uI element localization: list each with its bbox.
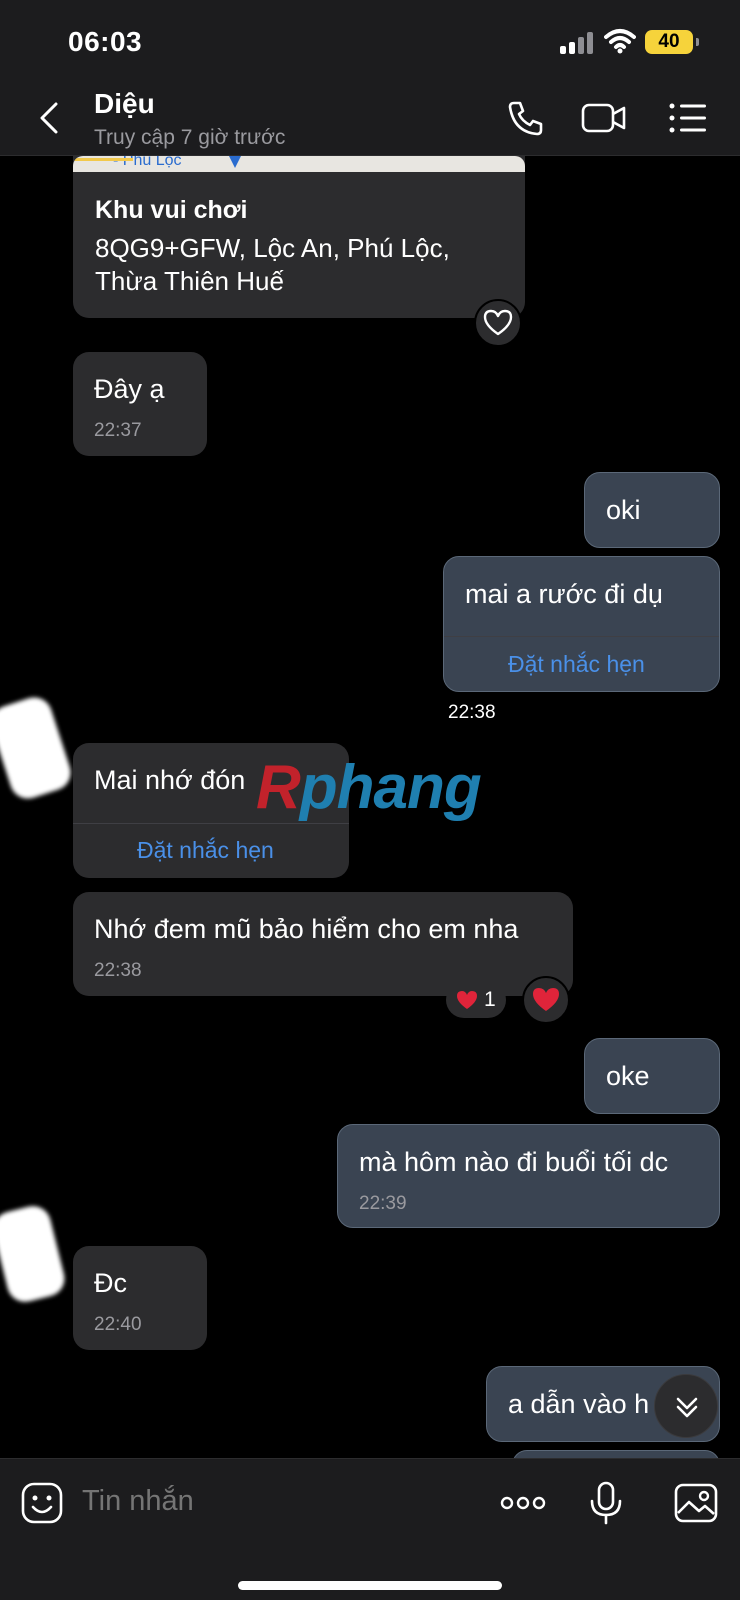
battery-indicator: 40 bbox=[645, 30, 699, 54]
set-reminder-link[interactable]: Đặt nhắc hẹn bbox=[508, 651, 645, 678]
message-bubble-incoming[interactable]: Đây ạ 22:37 bbox=[73, 352, 207, 456]
heart-outline-icon bbox=[483, 309, 513, 336]
menu-list-icon[interactable] bbox=[666, 96, 710, 140]
location-message-card[interactable]: - Phú Lộc Khu vui chơi 8QG9+GFW, Lộc An,… bbox=[73, 156, 525, 318]
message-text: Nhớ đem mũ bảo hiểm cho em nha bbox=[94, 914, 519, 944]
message-time: 22:39 bbox=[359, 1193, 407, 1214]
video-call-icon[interactable] bbox=[580, 96, 628, 140]
blurred-avatar bbox=[0, 1202, 69, 1306]
message-text: mai a rước đi dụ bbox=[465, 579, 663, 609]
message-text: oke bbox=[606, 1061, 650, 1091]
double-chevron-down-icon bbox=[676, 1397, 698, 1418]
phone-call-icon[interactable] bbox=[504, 96, 548, 140]
more-options-icon[interactable] bbox=[498, 1479, 548, 1527]
message-bubble-outgoing[interactable]: oki bbox=[584, 472, 720, 548]
map-pin-icon bbox=[229, 156, 241, 168]
message-text: Mai nhớ đón bbox=[94, 765, 246, 795]
message-text: Đc bbox=[94, 1268, 127, 1298]
location-address: 8QG9+GFW, Lộc An, Phú Lộc, Thừa Thiên Hu… bbox=[95, 233, 450, 296]
heart-icon bbox=[457, 991, 477, 1009]
chat-header: Diệu Truy cập 7 giờ trước bbox=[0, 80, 740, 156]
message-bubble-outgoing[interactable]: oke bbox=[584, 1038, 720, 1114]
react-button[interactable] bbox=[474, 299, 522, 347]
reaction-count: 1 bbox=[484, 988, 496, 1011]
bubble-divider bbox=[73, 823, 349, 824]
message-bubble-incoming[interactable]: Nhớ đem mũ bảo hiểm cho em nha 22:38 bbox=[73, 892, 573, 996]
message-time: 22:37 bbox=[94, 420, 142, 441]
back-arrow-icon[interactable] bbox=[30, 98, 70, 138]
status-time: 06:03 bbox=[68, 26, 143, 57]
message-text: mà hôm nào đi buổi tối dc bbox=[359, 1147, 669, 1177]
map-preview[interactable]: - Phú Lộc bbox=[73, 156, 525, 172]
message-text: Đây ạ bbox=[94, 374, 165, 404]
scroll-to-bottom-button[interactable] bbox=[654, 1374, 718, 1438]
contact-name[interactable]: Diệu bbox=[94, 88, 155, 120]
microphone-icon[interactable] bbox=[582, 1479, 630, 1527]
message-composer bbox=[0, 1458, 740, 1600]
message-input[interactable] bbox=[82, 1485, 462, 1518]
wifi-icon bbox=[604, 29, 636, 54]
message-text: oki bbox=[606, 495, 641, 525]
message-time: 22:38 bbox=[94, 960, 142, 981]
contact-last-seen: Truy cập 7 giờ trước bbox=[94, 126, 286, 149]
status-bar: 06:03 40 bbox=[0, 0, 740, 80]
reaction-summary[interactable]: 1 bbox=[446, 982, 506, 1018]
message-text: a dẫn vào h bbox=[508, 1389, 650, 1419]
location-title: Khu vui chơi bbox=[95, 196, 248, 224]
react-button[interactable] bbox=[522, 976, 570, 1024]
heart-filled-icon bbox=[533, 988, 559, 1011]
home-indicator[interactable] bbox=[238, 1581, 502, 1590]
blurred-avatar bbox=[0, 692, 76, 804]
image-gallery-icon[interactable] bbox=[672, 1479, 720, 1527]
message-bubble-outgoing[interactable]: mai a rước đi dụ Đặt nhắc hẹn bbox=[443, 556, 720, 692]
cellular-signal-icon bbox=[560, 32, 594, 54]
set-reminder-link[interactable]: Đặt nhắc hẹn bbox=[137, 837, 274, 864]
message-time: 22:40 bbox=[94, 1314, 142, 1335]
sticker-emoji-icon[interactable] bbox=[18, 1479, 66, 1527]
message-bubble-outgoing[interactable]: mà hôm nào đi buổi tối dc 22:39 bbox=[337, 1124, 720, 1228]
message-time: 22:38 bbox=[448, 702, 496, 723]
message-bubble-incoming[interactable]: Đc 22:40 bbox=[73, 1246, 207, 1350]
watermark: Rphang bbox=[256, 753, 482, 822]
bubble-divider bbox=[444, 636, 719, 637]
